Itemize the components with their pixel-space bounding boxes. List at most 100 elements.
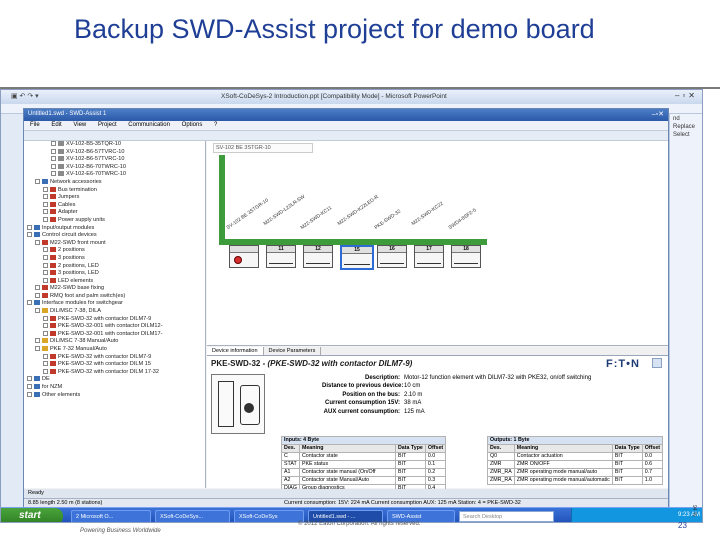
tree-item[interactable]: DIL/MSC 7-38, DILA [24,308,205,316]
menu-project[interactable]: Project [98,122,117,128]
desktop-search-input[interactable]: Search Desktop [459,511,554,522]
expand-toggle-icon[interactable] [35,285,40,291]
find-label[interactable]: nd [673,116,701,122]
expand-toggle-icon[interactable] [43,277,48,283]
tree-item[interactable]: RMQ foot and palm switch(es) [24,293,205,301]
expand-toggle-icon[interactable] [35,178,40,184]
expand-toggle-icon[interactable] [43,330,48,336]
expand-toggle-icon[interactable] [43,323,48,329]
bus-device[interactable]: 15 [340,245,374,270]
catalog-tree[interactable]: XV-102-B5-35TQR-10 XV-102-B6-57TVRC-10 XV-… [24,141,206,488]
menu-communication[interactable]: Communication [128,122,170,128]
tree-item[interactable]: XV-102-B6-70TWRC-10 [24,164,205,172]
bus-device[interactable]: 17 [414,245,444,268]
expand-toggle-icon[interactable] [43,209,48,215]
bus-device[interactable]: 12 [303,245,333,268]
expand-toggle-icon[interactable] [27,232,32,238]
tree-item[interactable]: XV-102-B5-35TQR-10 [24,141,205,149]
expand-toggle-icon[interactable] [43,353,48,359]
tree-item[interactable]: PKE-SWD-32 with contactor DILM7-9 [24,354,205,362]
menu-file[interactable]: File [30,122,40,128]
tree-item[interactable]: XV-102-B6-57TVRC-10 [24,156,205,164]
tree-item[interactable]: 2 positions, LED [24,263,205,271]
tab-device-parameters[interactable]: Device Parameters [264,347,322,355]
tree-item[interactable]: M22-SWD front mount [24,240,205,248]
expand-toggle-icon[interactable] [43,216,48,222]
tree-item[interactable]: Other elements [24,392,205,400]
tab-device-information[interactable]: Device information [207,347,264,355]
expand-toggle-icon[interactable] [43,254,48,260]
expand-toggle-icon[interactable] [27,384,32,390]
tree-item[interactable]: DE [24,376,205,384]
tree-item[interactable]: 3 positions, LED [24,270,205,278]
table-row[interactable]: STAT PKE status BIT 0.1 [281,460,447,469]
start-button[interactable]: start [1,508,63,522]
tree-item[interactable]: Power supply units [24,217,205,225]
expand-toggle-icon[interactable] [43,186,48,192]
table-row[interactable]: ZMR_RA ZMR operating mode manual/automati… [487,476,664,485]
expand-toggle-icon[interactable] [43,270,48,276]
bus-device[interactable]: 16 [377,245,407,268]
expand-toggle-icon[interactable] [27,391,32,397]
table-row[interactable]: ZMR ZMR ON/OFF BIT 0.6 [487,460,664,469]
tree-item[interactable]: PKE-SWD-32-001 with contactor DILM17- [24,331,205,339]
expand-toggle-icon[interactable] [43,247,48,253]
bus-device[interactable]: 18 [451,245,481,268]
expand-toggle-icon[interactable] [51,156,56,162]
tree-item[interactable]: Network accessories [24,179,205,187]
tree-item[interactable]: Interface modules for switchgear [24,300,205,308]
expand-toggle-icon[interactable] [51,141,56,147]
tree-item[interactable]: PKE-SWD-32-001 with contactor DILM12- [24,323,205,331]
topology-canvas[interactable]: SV-102 BE 3STGR-10 SV-102 BE 3STGR-10 M22… [207,141,668,346]
menu-options[interactable]: Options [182,122,203,128]
swd-window-controls-icon[interactable]: –▫✕ [652,110,664,118]
tree-item[interactable]: PKE-SWD-32 with contactor DILM7-9 [24,316,205,324]
expand-toggle-icon[interactable] [43,361,48,367]
table-row[interactable]: C Contactor state BIT 0.0 [281,452,447,461]
expand-toggle-icon[interactable] [51,171,56,177]
bus-device[interactable] [229,245,259,268]
tree-item[interactable]: Adapter [24,209,205,217]
tree-item[interactable]: M22-SWD base fixing [24,285,205,293]
expand-toggle-icon[interactable] [43,262,48,268]
tree-item[interactable]: PKE 7-32 Manual/Auto [24,346,205,354]
expand-toggle-icon[interactable] [35,338,40,344]
select-label[interactable]: Select [673,132,701,138]
tree-item[interactable]: for NZM [24,384,205,392]
menu-edit[interactable]: Edit [51,122,61,128]
expand-toggle-icon[interactable] [43,194,48,200]
tree-item[interactable]: Bus termination [24,187,205,195]
expand-toggle-icon[interactable] [35,292,40,298]
expand-toggle-icon[interactable] [43,201,48,207]
tree-item[interactable]: 3 positions [24,255,205,263]
tree-item[interactable]: XV-102-B6-57TVRC-10 [24,149,205,157]
table-row[interactable]: A1 Contactor state manual (On/Off BIT 0.2 [281,468,447,477]
table-row[interactable]: Q0 Contactor actuation BIT 0.0 [487,452,664,461]
expand-toggle-icon[interactable] [27,300,32,306]
window-controls-icon[interactable]: –▫✕ [675,91,698,100]
tree-item[interactable]: Input/output modules [24,225,205,233]
expand-toggle-icon[interactable] [35,346,40,352]
tree-item[interactable]: 2 positions [24,247,205,255]
taskbar-button-1[interactable]: 2 Microsoft O... [71,510,151,522]
bus-device[interactable]: 11 [266,245,296,268]
expand-toggle-icon[interactable] [43,315,48,321]
expand-toggle-icon[interactable] [27,376,32,382]
tree-item[interactable]: PKE-SWD-32 with contactor DILM 17-32 [24,369,205,377]
tree-item[interactable]: PKE-SWD-32 with contactor DILM 15 [24,361,205,369]
taskbar-button-3[interactable]: XSoft-CoDeSys [234,510,304,522]
expand-toggle-icon[interactable] [35,308,40,314]
expand-toggle-icon[interactable] [35,239,40,245]
expand-toggle-icon[interactable] [43,368,48,374]
expand-toggle-icon[interactable] [51,148,56,154]
tree-item[interactable]: LED elements [24,278,205,286]
menu-view[interactable]: View [73,122,86,128]
tree-item[interactable]: DIL/MSC 7-38 Manual/Auto [24,338,205,346]
expand-toggle-icon[interactable] [51,163,56,169]
table-row[interactable]: A2 Contactor state Manual/Auto BIT 0.3 [281,476,447,485]
tree-item[interactable]: Cables [24,202,205,210]
tree-item[interactable]: Jumpers [24,194,205,202]
menu-help[interactable]: ? [214,122,217,128]
tree-item[interactable]: XV-102-E6-70TWRC-10 [24,171,205,179]
replace-label[interactable]: Replace [673,124,701,130]
